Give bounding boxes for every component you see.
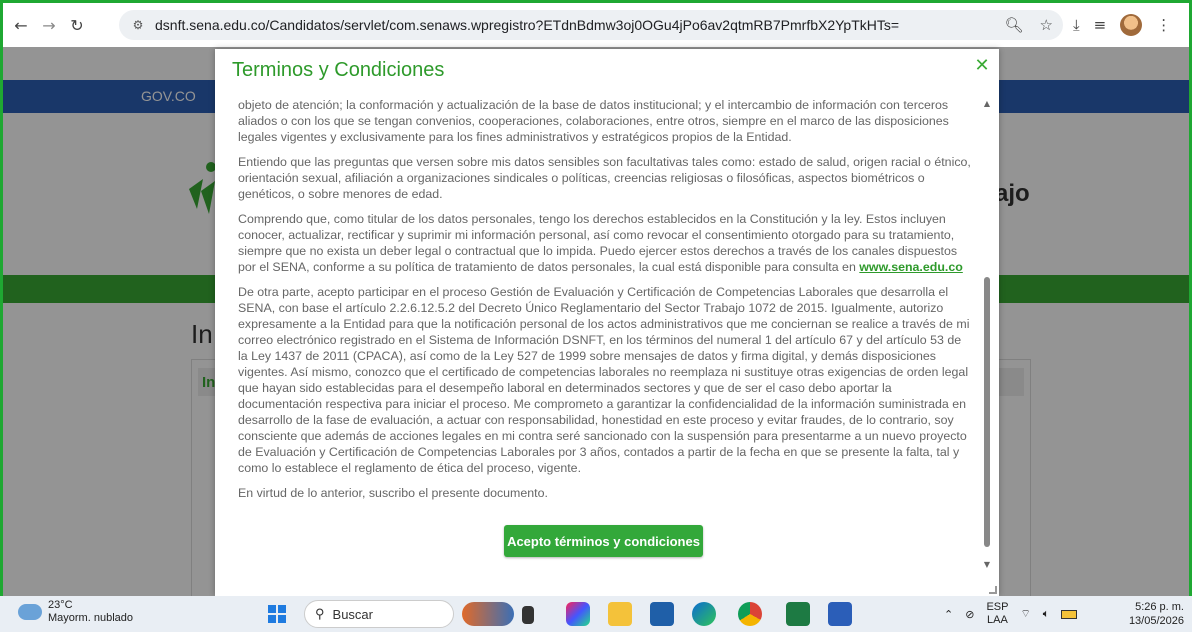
modal-title: Terminos y Condiciones	[232, 59, 445, 81]
word-icon[interactable]	[828, 602, 852, 626]
close-icon[interactable]: ✕	[971, 55, 993, 77]
windows-start-icon[interactable]	[268, 605, 286, 623]
edge-icon[interactable]	[692, 602, 716, 626]
terms-paragraph-text: Comprendo que, como titular de los datos…	[238, 212, 958, 274]
site-settings-icon[interactable]: ⚙	[127, 18, 149, 32]
browser-toolbar: ← → ↻ ⚙ dsnft.sena.edu.co/Candidatos/ser…	[3, 3, 1189, 47]
browser-window: ← → ↻ ⚙ dsnft.sena.edu.co/Candidatos/ser…	[0, 0, 1192, 596]
terms-text-body: objeto de atención; la conformación y ac…	[238, 97, 973, 577]
terms-paragraph: En virtud de lo anterior, suscribo el pr…	[238, 486, 548, 500]
temperature: 23°C	[48, 599, 73, 611]
back-arrow-icon[interactable]: ←	[7, 11, 35, 39]
resize-grip-icon[interactable]	[989, 586, 997, 594]
excel-icon[interactable]	[786, 602, 810, 626]
terms-paragraph: De otra parte, acepto participar en el p…	[238, 285, 970, 475]
lang-code: ESP	[986, 601, 1009, 613]
weather-desc: Mayorm. nublado	[48, 612, 133, 624]
taskbar-search[interactable]: ⚲ Buscar	[304, 600, 454, 628]
store-icon[interactable]	[650, 602, 674, 626]
menu-kebab-icon[interactable]: ⋮	[1156, 16, 1171, 34]
terms-paragraph: objeto de atención; la conformación y ac…	[238, 98, 949, 144]
news-widget-icon[interactable]	[462, 602, 514, 626]
file-explorer-icon[interactable]	[608, 602, 632, 626]
accept-terms-button[interactable]: Acepto términos y condiciones	[504, 525, 703, 557]
clock-date: 13/05/2026	[1128, 615, 1184, 627]
address-bar[interactable]: ⚙ dsnft.sena.edu.co/Candidatos/servlet/c…	[119, 10, 1063, 40]
download-icon[interactable]: ⤓	[1073, 16, 1080, 34]
scroll-down-arrow-icon[interactable]: ▼	[981, 560, 993, 569]
sena-link[interactable]: www.sena.edu.co	[859, 260, 963, 274]
wifi-icon[interactable]: ⌔	[1020, 607, 1030, 621]
lang-layout: LAA	[987, 614, 1008, 626]
terms-modal: Terminos y Condiciones ✕ objeto de atenc…	[215, 49, 999, 596]
url-text[interactable]: dsnft.sena.edu.co/Candidatos/servlet/com…	[155, 17, 899, 33]
reading-list-icon[interactable]: ≡	[1094, 16, 1107, 34]
weather-widget[interactable]: 23°C Mayorm. nublado	[14, 599, 133, 625]
system-clock[interactable]: 5:26 p. m. 13/05/2026	[1129, 600, 1184, 628]
clock-time: 5:26 p. m.	[1135, 601, 1184, 613]
location-off-icon[interactable]: ⊘	[965, 608, 974, 621]
reload-icon[interactable]: ↻	[63, 11, 91, 39]
search-label: Buscar	[332, 606, 373, 622]
scroll-up-arrow-icon[interactable]: ▲	[981, 99, 993, 108]
cloud-sun-icon	[14, 600, 42, 620]
copilot-icon[interactable]	[566, 602, 590, 626]
terms-paragraph: Comprendo que, como titular de los datos…	[238, 211, 973, 275]
scroll-thumb[interactable]	[984, 277, 990, 547]
chrome-icon[interactable]	[738, 602, 762, 626]
language-indicator[interactable]: ESP LAA	[986, 601, 1008, 627]
windows-taskbar: 23°C Mayorm. nublado ⚲ Buscar ⌃ ⊘ ESP LA…	[0, 596, 1192, 632]
battery-icon[interactable]	[1061, 609, 1078, 619]
volume-icon[interactable]: 🔈︎	[1043, 608, 1050, 621]
forward-arrow-icon[interactable]: →	[35, 11, 63, 39]
search-icon: ⚲	[315, 606, 325, 621]
task-view-icon[interactable]	[522, 606, 534, 624]
zoom-icon[interactable]: 🔍︎	[1005, 16, 1024, 34]
profile-avatar[interactable]	[1120, 14, 1143, 36]
bookmark-star-icon[interactable]: ☆	[1040, 16, 1053, 34]
chevron-up-icon[interactable]: ⌃	[944, 608, 953, 621]
modal-scrollbar[interactable]: ▲ ▼	[981, 99, 993, 569]
terms-paragraph: Entiendo que las preguntas que versen so…	[238, 155, 971, 201]
